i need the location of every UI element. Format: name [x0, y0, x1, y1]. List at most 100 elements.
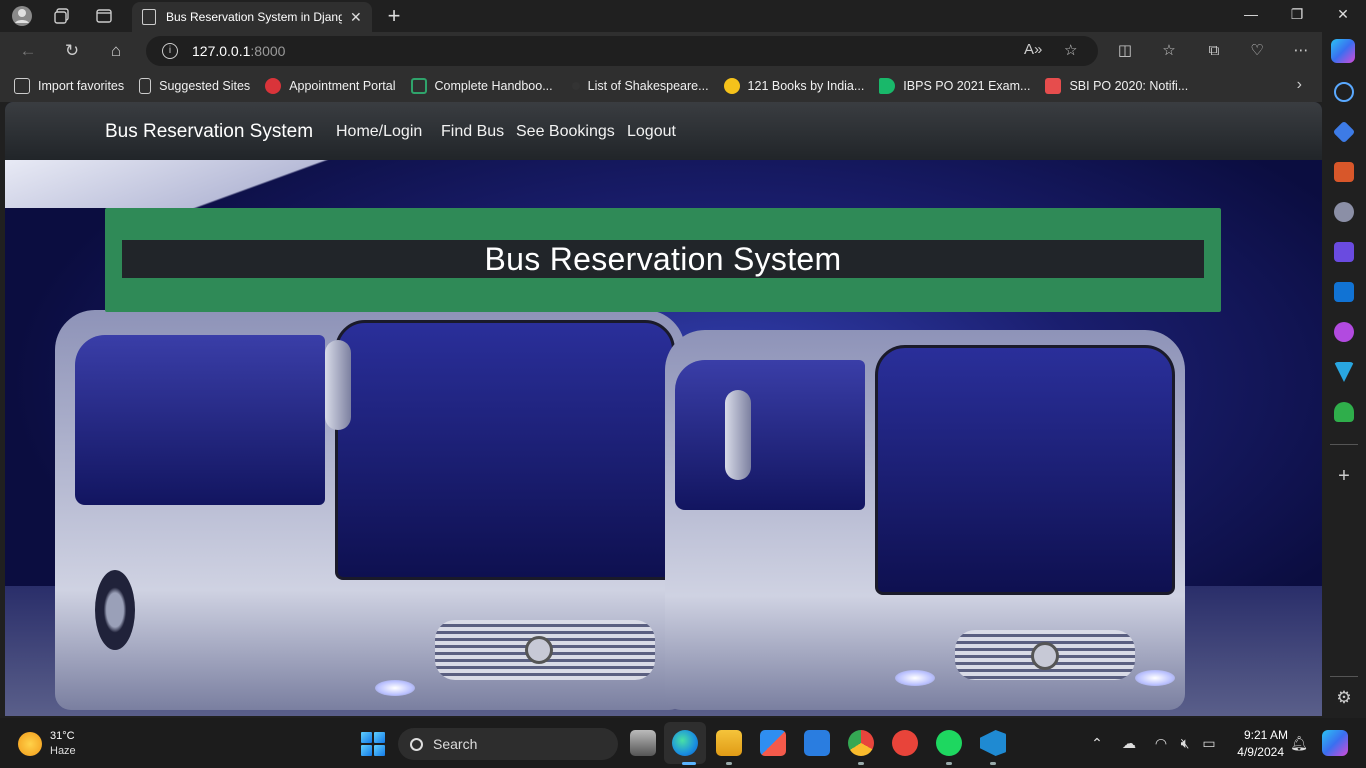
search-icon	[410, 737, 423, 751]
favorite-item[interactable]: SBI PO 2020: Notifi...	[1045, 78, 1188, 94]
hero-ceiling-light	[5, 160, 405, 208]
more-menu-icon[interactable]: ⋯	[1290, 41, 1312, 61]
vscode-icon[interactable]	[980, 730, 1006, 756]
site-info-icon[interactable]: i	[162, 43, 178, 59]
nav-link-logout[interactable]: Logout	[627, 123, 676, 141]
favorite-item[interactable]: Suggested Sites	[139, 78, 250, 94]
volume-muted-icon[interactable]: 🔇︎	[1176, 735, 1194, 752]
url-host: 127.0.0.1	[192, 43, 251, 59]
m365-icon[interactable]	[1334, 242, 1354, 262]
outlook-icon[interactable]	[1334, 282, 1354, 302]
spotify-icon[interactable]	[936, 730, 962, 756]
edge-sidebar: + ⚙	[1322, 70, 1366, 718]
edge-browser-icon[interactable]	[672, 730, 698, 756]
page-icon	[139, 78, 152, 94]
favorite-item[interactable]: 121 Books by India...	[723, 78, 864, 94]
bus-headlight	[375, 680, 415, 696]
running-indicator	[990, 762, 996, 765]
shopping-icon[interactable]	[1332, 120, 1356, 144]
favorite-item[interactable]: Complete Handboo...	[410, 78, 553, 94]
portal-icon	[265, 78, 282, 94]
favorite-star-icon[interactable]: ☆	[1064, 41, 1077, 59]
chevron-right-icon[interactable]: ›	[1297, 76, 1302, 94]
weather-sun-icon[interactable]	[18, 732, 42, 756]
hero-banner-inner: Bus Reservation System	[122, 240, 1204, 278]
add-icon[interactable]: +	[1334, 466, 1354, 486]
sidebar-divider	[1330, 676, 1358, 677]
start-button-icon[interactable]	[361, 732, 385, 756]
search-icon[interactable]	[1334, 82, 1354, 102]
bus-side-window	[675, 360, 865, 510]
tree-icon[interactable]	[1334, 402, 1354, 422]
site-brand[interactable]: Bus Reservation System	[105, 121, 313, 143]
profile-icon[interactable]	[10, 4, 34, 28]
new-tab-icon[interactable]: +	[382, 3, 406, 29]
running-indicator	[858, 762, 864, 765]
bus-windshield	[335, 320, 675, 580]
tab-active[interactable]: Bus Reservation System in Django ✕	[132, 2, 372, 32]
bus-headlight	[895, 670, 935, 686]
workspaces-icon[interactable]	[50, 4, 74, 28]
address-bar[interactable]: i 127.0.0.1 :8000 A» ☆	[146, 36, 1098, 66]
nav-link-see-bookings[interactable]: See Bookings	[516, 123, 615, 141]
favorite-item[interactable]: Import favorites	[14, 78, 124, 94]
favorites-bar: Import favorites Suggested Sites Appoint…	[0, 70, 1322, 102]
hero-background-image: Bus Reservation System	[5, 160, 1322, 716]
ms-store-icon[interactable]	[760, 730, 786, 756]
read-aloud-icon[interactable]: A»	[1024, 41, 1042, 58]
favorite-item[interactable]: List of Shakespeare...	[568, 79, 709, 93]
favorites-icon[interactable]: ☆	[1158, 41, 1180, 61]
clock-date[interactable]: 4/9/2024	[1226, 745, 1284, 759]
wifi-icon[interactable]: ◠	[1152, 735, 1170, 752]
drop-icon[interactable]	[1334, 362, 1354, 382]
settings-gear-icon[interactable]: ⚙	[1334, 688, 1354, 708]
tab-title: Bus Reservation System in Django	[166, 10, 342, 24]
bus-side-window	[75, 335, 325, 505]
taskbar-search-label: Search	[433, 736, 478, 752]
chrome-icon[interactable]	[848, 730, 874, 756]
tools-icon[interactable]	[1334, 162, 1354, 182]
restore-icon[interactable]: ❐	[1285, 6, 1309, 23]
refresh-icon[interactable]: ↻	[60, 40, 84, 62]
hero-title: Bus Reservation System	[484, 240, 842, 277]
bus-logo	[525, 636, 553, 664]
bus-mirror	[725, 390, 751, 480]
wps-office-icon[interactable]	[892, 730, 918, 756]
tab-actions-icon[interactable]	[92, 4, 116, 28]
sbi-icon	[1045, 78, 1062, 94]
nav-link-find-bus[interactable]: Find Bus	[441, 123, 504, 141]
clock-time[interactable]: 9:21 AM	[1232, 728, 1288, 742]
back-icon[interactable]: ←	[16, 40, 40, 62]
split-screen-icon[interactable]: ◫	[1114, 41, 1136, 61]
copilot-taskbar-icon[interactable]	[1322, 730, 1348, 756]
favorite-item[interactable]: IBPS PO 2021 Exam...	[879, 78, 1030, 94]
nav-link-home-login[interactable]: Home/Login	[336, 123, 422, 141]
browser-essentials-icon[interactable]: ♡	[1246, 41, 1268, 61]
home-icon[interactable]: ⌂	[104, 40, 128, 62]
windows-taskbar: 31°C Haze Search ⌃ ☁ ◠ 🔇︎ ▭ 9:21 AM 4/9/…	[0, 718, 1366, 768]
task-view-icon[interactable]	[630, 730, 656, 756]
mail-icon[interactable]	[804, 730, 830, 756]
running-indicator	[946, 762, 952, 765]
weather-temperature[interactable]: 31°C	[50, 730, 75, 742]
tab-close-icon[interactable]: ✕	[350, 9, 362, 26]
battery-icon[interactable]: ▭	[1200, 735, 1218, 752]
onedrive-icon[interactable]: ☁	[1120, 735, 1138, 752]
bus-wheel	[95, 570, 135, 650]
games-icon[interactable]	[1334, 202, 1354, 222]
taskbar-search[interactable]: Search	[398, 728, 618, 760]
chevron-up-icon[interactable]: ⌃	[1088, 735, 1106, 752]
running-indicator	[726, 762, 732, 765]
books-icon	[723, 78, 740, 94]
close-window-icon[interactable]: ✕	[1331, 6, 1355, 23]
bus-windshield	[875, 345, 1175, 595]
notification-bell-icon[interactable]: 🔔︎	[1290, 735, 1308, 752]
favorite-item[interactable]: Appointment Portal	[265, 78, 396, 94]
weather-condition[interactable]: Haze	[50, 745, 76, 757]
file-explorer-icon[interactable]	[716, 730, 742, 756]
collections-icon[interactable]: ⧉	[1203, 41, 1225, 61]
designer-icon[interactable]	[1334, 322, 1354, 342]
handbook-icon	[410, 78, 427, 94]
copilot-icon[interactable]	[1331, 39, 1355, 63]
minimize-icon[interactable]: —	[1239, 6, 1263, 22]
